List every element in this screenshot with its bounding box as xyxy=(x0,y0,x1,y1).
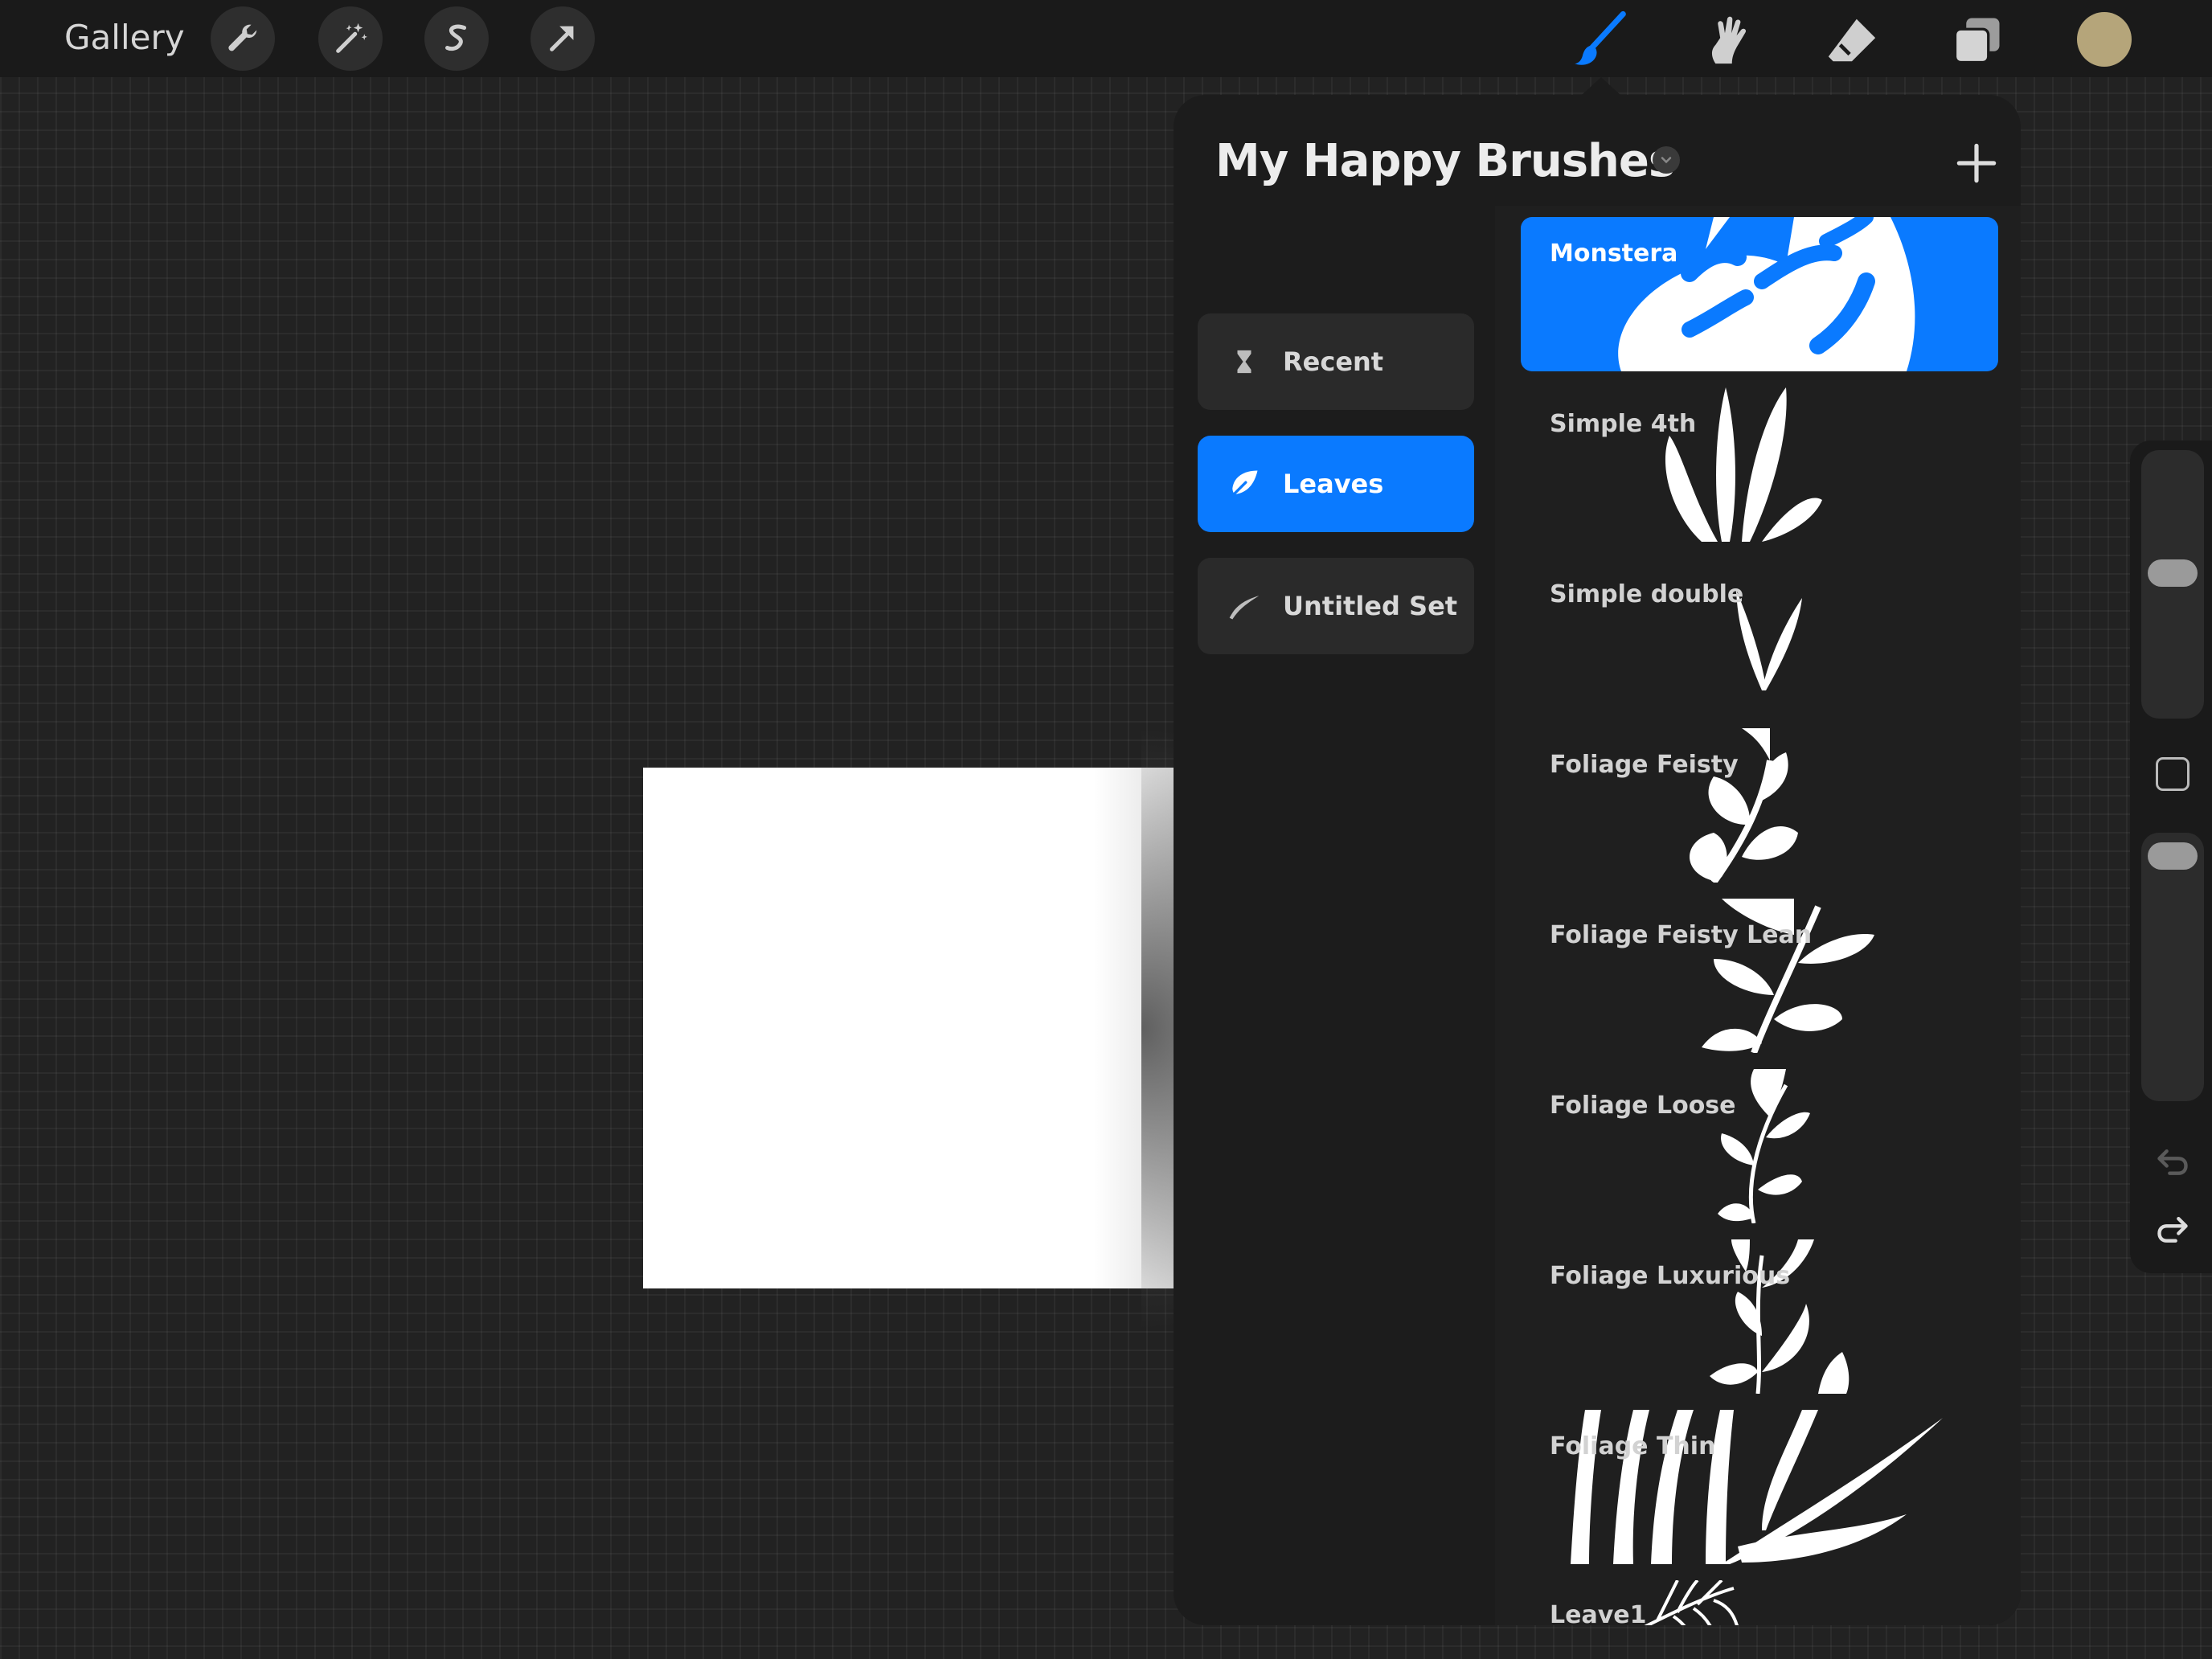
brush-name: Foliage Luxurious xyxy=(1550,1262,1791,1290)
brush-name: Foliage Loose xyxy=(1550,1092,1736,1120)
color-picker-button[interactable] xyxy=(2077,12,2132,67)
brush-stroke-icon xyxy=(1222,584,1267,629)
magic-wand-icon xyxy=(336,23,367,53)
brush-name: Monstera xyxy=(1550,240,1678,268)
transform-arrow-icon xyxy=(550,26,574,51)
brush-name: Simple 4th xyxy=(1550,410,1697,438)
brush-name: Leave1 xyxy=(1550,1601,1647,1625)
smudge-tool-button[interactable] xyxy=(1691,6,1759,74)
opacity-slider[interactable] xyxy=(2141,833,2204,1101)
brush-foliage-luxurious[interactable]: Foliage Luxurious xyxy=(1521,1239,1998,1394)
sidebar xyxy=(2130,440,2212,1273)
wrench-icon xyxy=(228,24,257,51)
brush-simple-double[interactable]: Simple double xyxy=(1521,558,1998,712)
brush-foliage-feisty-lean[interactable]: Foliage Feisty Lean xyxy=(1521,899,1998,1053)
undo-button[interactable] xyxy=(2151,1140,2194,1183)
brush-monstera[interactable]: Monstera xyxy=(1521,217,1998,371)
brush-sets-list: Recent Leaves Untitled Set xyxy=(1174,215,1493,1625)
brush-simple-4th[interactable]: Simple 4th xyxy=(1521,387,1998,542)
top-toolbar: Gallery xyxy=(0,0,2212,77)
eraser-icon xyxy=(1828,18,1876,62)
brush-icon xyxy=(1575,10,1626,65)
redo-button[interactable] xyxy=(2151,1207,2194,1251)
brush-name: Foliage Feisty xyxy=(1550,751,1739,779)
title-chevron-button[interactable] xyxy=(1653,146,1680,174)
popover-arrow xyxy=(1582,77,1620,95)
brush-size-slider[interactable] xyxy=(2141,450,2204,719)
add-brush-set-button[interactable] xyxy=(1947,133,2006,193)
transform-button[interactable] xyxy=(530,6,595,71)
brush-name: Foliage Feisty Lean xyxy=(1550,921,1813,949)
brush-library-panel: My Happy Brushes Recent Leaves Untitled … xyxy=(1174,95,2021,1625)
leaf-icon xyxy=(1222,461,1267,506)
selection-button[interactable] xyxy=(424,6,489,71)
undo-icon xyxy=(2157,1149,2188,1175)
brush-set-untitled[interactable]: Untitled Set xyxy=(1198,558,1474,654)
chevron-down-icon xyxy=(1661,157,1672,164)
brush-set-recent[interactable]: Recent xyxy=(1198,313,1474,410)
brush-foliage-loose[interactable]: Foliage Loose xyxy=(1521,1069,1998,1223)
brush-size-thumb[interactable] xyxy=(2148,559,2198,587)
brush-name: Simple double xyxy=(1550,580,1744,608)
gallery-button[interactable]: Gallery xyxy=(64,18,185,57)
brush-name: Foliage Thin xyxy=(1550,1432,1716,1460)
brush-set-label: Leaves xyxy=(1283,469,1384,499)
actions-button[interactable] xyxy=(211,6,275,71)
modify-button[interactable] xyxy=(2156,757,2189,791)
brush-foliage-feisty[interactable]: Foliage Feisty xyxy=(1521,728,1998,883)
brush-tool-button[interactable] xyxy=(1566,6,1633,74)
selection-s-icon xyxy=(445,24,467,51)
hourglass-icon xyxy=(1222,339,1267,384)
smudge-icon xyxy=(1711,16,1747,64)
brush-set-label: Recent xyxy=(1283,346,1384,377)
brush-foliage-thin[interactable]: Foliage Thin xyxy=(1521,1410,1998,1564)
brush-library-title[interactable]: My Happy Brushes xyxy=(1215,135,1675,187)
brushes-list: Monstera Simple 4th Simple double Foliag… xyxy=(1495,206,2021,1625)
brush-leave1[interactable]: Leave1 xyxy=(1521,1580,1998,1625)
redo-icon xyxy=(2157,1216,2188,1243)
opacity-thumb[interactable] xyxy=(2148,842,2198,870)
brush-set-label: Untitled Set xyxy=(1283,591,1458,621)
brush-set-leaves[interactable]: Leaves xyxy=(1198,436,1474,532)
adjustments-button[interactable] xyxy=(318,6,383,71)
plus-icon xyxy=(1956,143,1997,183)
eraser-tool-button[interactable] xyxy=(1818,6,1886,74)
layers-icon xyxy=(1953,18,2000,64)
layers-button[interactable] xyxy=(1944,6,2011,74)
